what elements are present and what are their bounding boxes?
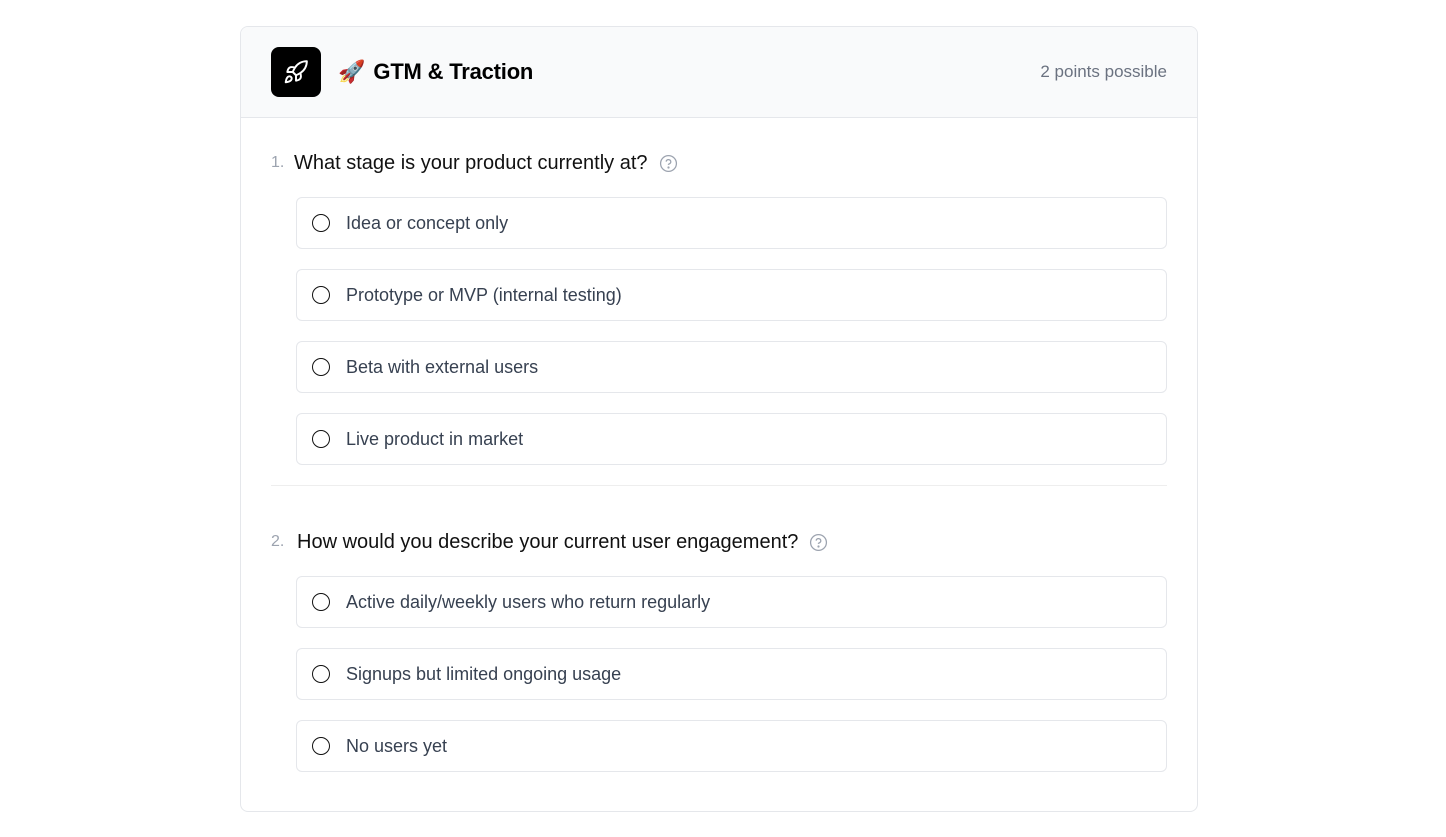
section-title-group: 🚀 GTM & Traction: [271, 47, 533, 97]
question-number: 2.: [271, 533, 285, 550]
question-title: What stage is your product currently at?: [294, 151, 648, 174]
radio-button[interactable]: [312, 593, 330, 611]
option-no-users[interactable]: No users yet: [296, 720, 1167, 772]
radio-button[interactable]: [312, 214, 330, 232]
rocket-emoji: 🚀: [338, 59, 366, 84]
help-circle-icon[interactable]: [809, 533, 828, 552]
option-active-users[interactable]: Active daily/weekly users who return reg…: [296, 576, 1167, 628]
option-label: Prototype or MVP (internal testing): [346, 284, 622, 305]
radio-button[interactable]: [312, 286, 330, 304]
option-label: No users yet: [346, 735, 448, 756]
option-live-product[interactable]: Live product in market: [296, 413, 1167, 465]
radio-button[interactable]: [312, 358, 330, 376]
answer-options: Active daily/weekly users who return reg…: [296, 576, 1167, 772]
question-2: 2. How would you describe your current u…: [271, 486, 1167, 772]
option-label: Beta with external users: [346, 356, 539, 377]
radio-button[interactable]: [312, 430, 330, 448]
gtm-traction-card: 🚀 GTM & Traction 2 points possible 1. Wh…: [240, 26, 1198, 812]
question-1: 1. What stage is your product currently …: [271, 118, 1167, 486]
radio-button[interactable]: [312, 737, 330, 755]
option-label: Idea or concept only: [346, 212, 509, 233]
help-circle-icon[interactable]: [659, 154, 678, 173]
questions-body: 1. What stage is your product currently …: [241, 118, 1197, 772]
radio-button[interactable]: [312, 665, 330, 683]
option-prototype-mvp[interactable]: Prototype or MVP (internal testing): [296, 269, 1167, 321]
question-title-row: 1. What stage is your product currently …: [271, 151, 1167, 175]
question-title-row: 2. How would you describe your current u…: [271, 530, 1167, 554]
question-title: How would you describe your current user…: [297, 530, 799, 553]
option-label: Active daily/weekly users who return reg…: [346, 591, 711, 612]
option-signups-limited[interactable]: Signups but limited ongoing usage: [296, 648, 1167, 700]
question-number: 1.: [271, 154, 285, 171]
answer-options: Idea or concept only Prototype or MVP (i…: [296, 197, 1167, 465]
option-idea-or-concept[interactable]: Idea or concept only: [296, 197, 1167, 249]
option-beta-external[interactable]: Beta with external users: [296, 341, 1167, 393]
rocket-icon: [271, 47, 321, 97]
option-label: Signups but limited ongoing usage: [346, 663, 622, 684]
section-header: 🚀 GTM & Traction 2 points possible: [241, 27, 1197, 118]
option-label: Live product in market: [346, 428, 524, 449]
section-title: GTM & Traction: [373, 59, 534, 84]
points-possible: 2 points possible: [1040, 62, 1167, 81]
